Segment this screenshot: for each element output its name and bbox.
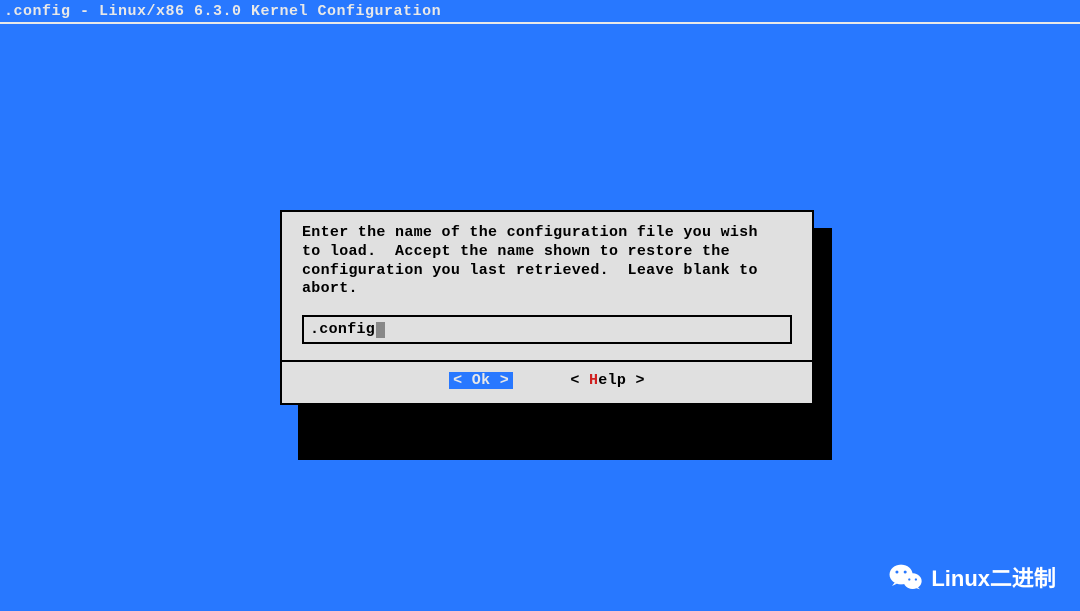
dialog-container: Enter the name of the configuration file…	[280, 210, 814, 405]
input-text-value: .config	[310, 321, 375, 338]
ok-button[interactable]: < Ok >	[449, 372, 513, 389]
load-config-dialog: Enter the name of the configuration file…	[280, 210, 814, 405]
title-bar: .config - Linux/x86 6.3.0 Kernel Configu…	[0, 0, 1080, 22]
watermark: Linux二进制	[889, 561, 1056, 593]
config-filename-input[interactable]: .config	[302, 315, 792, 344]
watermark-text: Linux二进制	[931, 561, 1056, 593]
wechat-icon	[889, 563, 923, 591]
button-row: < Ok > < Help >	[302, 372, 792, 389]
title-divider	[0, 22, 1080, 24]
text-cursor	[376, 322, 385, 338]
help-button[interactable]: < Help >	[570, 372, 644, 389]
button-divider	[282, 360, 812, 362]
dialog-message: Enter the name of the configuration file…	[302, 224, 792, 299]
